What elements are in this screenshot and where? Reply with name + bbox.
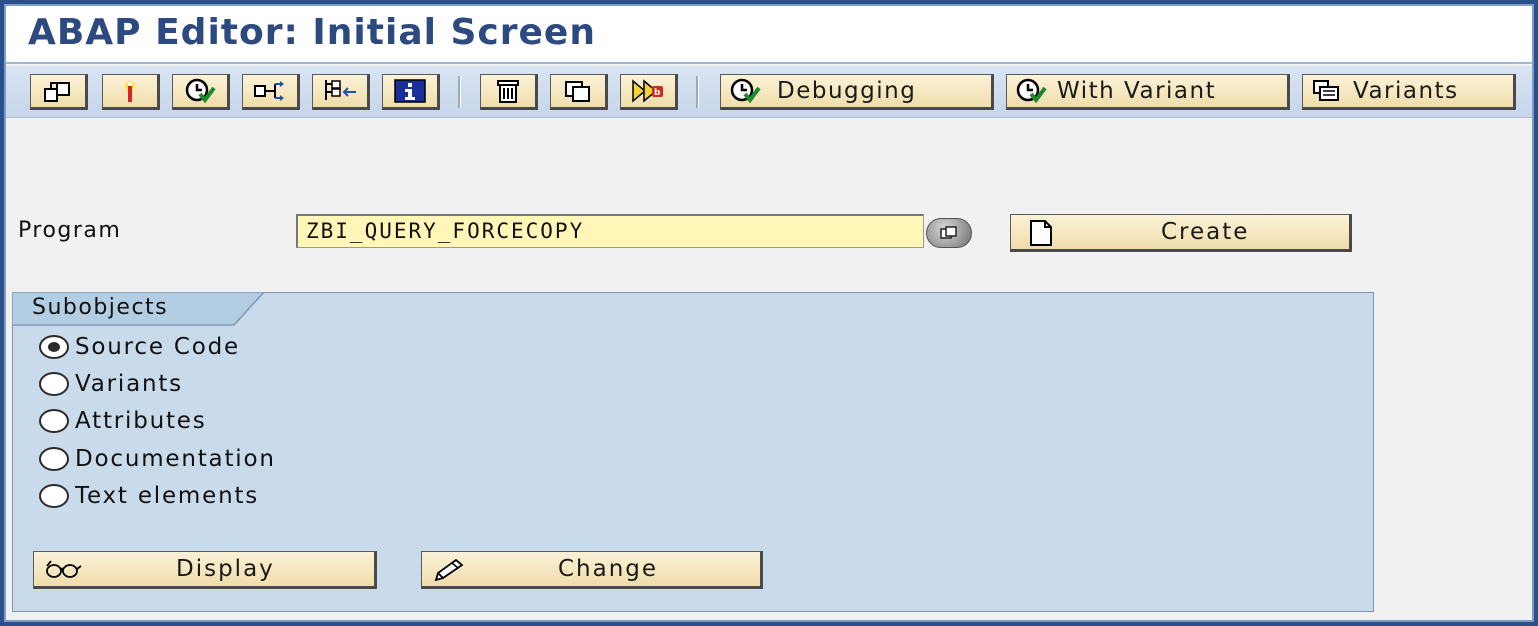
rename-button[interactable]: b bbox=[620, 74, 678, 110]
sap-window: ABAP Editor: Initial Screen b Debugging … bbox=[4, 4, 1534, 622]
create-label: Create bbox=[1161, 219, 1250, 245]
other-object-button[interactable] bbox=[30, 74, 88, 110]
radio-attributes[interactable]: Attributes bbox=[39, 405, 207, 437]
variants-icon bbox=[1313, 80, 1339, 101]
variants-label: Variants bbox=[1353, 78, 1459, 104]
radio-button[interactable] bbox=[39, 484, 69, 508]
where-used-button[interactable] bbox=[242, 74, 300, 110]
glasses-icon bbox=[46, 560, 82, 578]
display-button[interactable]: Display bbox=[33, 551, 377, 589]
pencil-icon bbox=[434, 558, 464, 582]
value-help-icon bbox=[940, 226, 957, 239]
delete-button[interactable] bbox=[480, 74, 538, 110]
radio-variants[interactable]: Variants bbox=[39, 368, 183, 400]
radio-button[interactable] bbox=[39, 409, 69, 433]
radio-label: Documentation bbox=[75, 446, 276, 472]
radio-button[interactable] bbox=[39, 447, 69, 471]
radio-source-code[interactable]: Source Code bbox=[39, 331, 240, 363]
execute-with-variant-icon bbox=[1016, 78, 1047, 104]
display-label: Display bbox=[176, 556, 275, 582]
program-label: Program bbox=[18, 218, 122, 243]
subobjects-group: Subobjects Source Code Variants Attribut… bbox=[12, 292, 1374, 612]
delete-icon bbox=[497, 80, 519, 103]
program-input[interactable]: ZBI_QUERY_FORCECOPY bbox=[296, 214, 924, 248]
create-button[interactable]: Create bbox=[1010, 214, 1352, 252]
change-button[interactable]: Change bbox=[421, 551, 763, 589]
copy-icon bbox=[565, 81, 590, 102]
debugging-label: Debugging bbox=[777, 78, 917, 104]
radio-label: Text elements bbox=[75, 483, 260, 509]
svg-text:b: b bbox=[654, 88, 661, 98]
subobjects-title: Subobjects bbox=[32, 295, 169, 320]
title-bar: ABAP Editor: Initial Screen bbox=[6, 6, 1532, 64]
radio-label: Source Code bbox=[75, 334, 240, 360]
page-title: ABAP Editor: Initial Screen bbox=[28, 12, 596, 53]
variants-button[interactable]: Variants bbox=[1302, 74, 1516, 110]
change-label: Change bbox=[558, 556, 659, 582]
with-variant-button[interactable]: With Variant bbox=[1006, 74, 1290, 110]
new-document-icon bbox=[1030, 220, 1052, 246]
value-help-button[interactable] bbox=[926, 218, 972, 248]
radio-text-elements[interactable]: Text elements bbox=[39, 480, 259, 512]
execute-icon bbox=[185, 78, 216, 104]
object-list-button[interactable] bbox=[312, 74, 370, 110]
other-object-icon bbox=[44, 82, 70, 102]
radio-button-selected[interactable] bbox=[39, 335, 69, 359]
toolbar-separator bbox=[696, 76, 699, 108]
debugging-button[interactable]: Debugging bbox=[720, 74, 994, 110]
radio-documentation[interactable]: Documentation bbox=[39, 443, 276, 475]
subobjects-tab-header: Subobjects bbox=[12, 292, 264, 326]
copy-button[interactable] bbox=[550, 74, 608, 110]
application-toolbar: b Debugging With Variant Variants bbox=[6, 66, 1532, 118]
info-icon bbox=[394, 79, 426, 103]
where-used-icon bbox=[254, 81, 284, 101]
check-syntax-icon bbox=[125, 81, 135, 102]
radio-button[interactable] bbox=[39, 372, 69, 396]
radio-label: Attributes bbox=[75, 408, 207, 434]
radio-label: Variants bbox=[75, 371, 183, 397]
execute-button[interactable] bbox=[172, 74, 230, 110]
debug-execute-icon bbox=[730, 78, 761, 104]
object-list-icon bbox=[325, 80, 356, 100]
toolbar-separator bbox=[458, 76, 461, 108]
info-button[interactable] bbox=[382, 74, 440, 110]
with-variant-label: With Variant bbox=[1057, 78, 1217, 104]
check-button[interactable] bbox=[102, 74, 160, 110]
rename-icon: b bbox=[632, 79, 663, 103]
